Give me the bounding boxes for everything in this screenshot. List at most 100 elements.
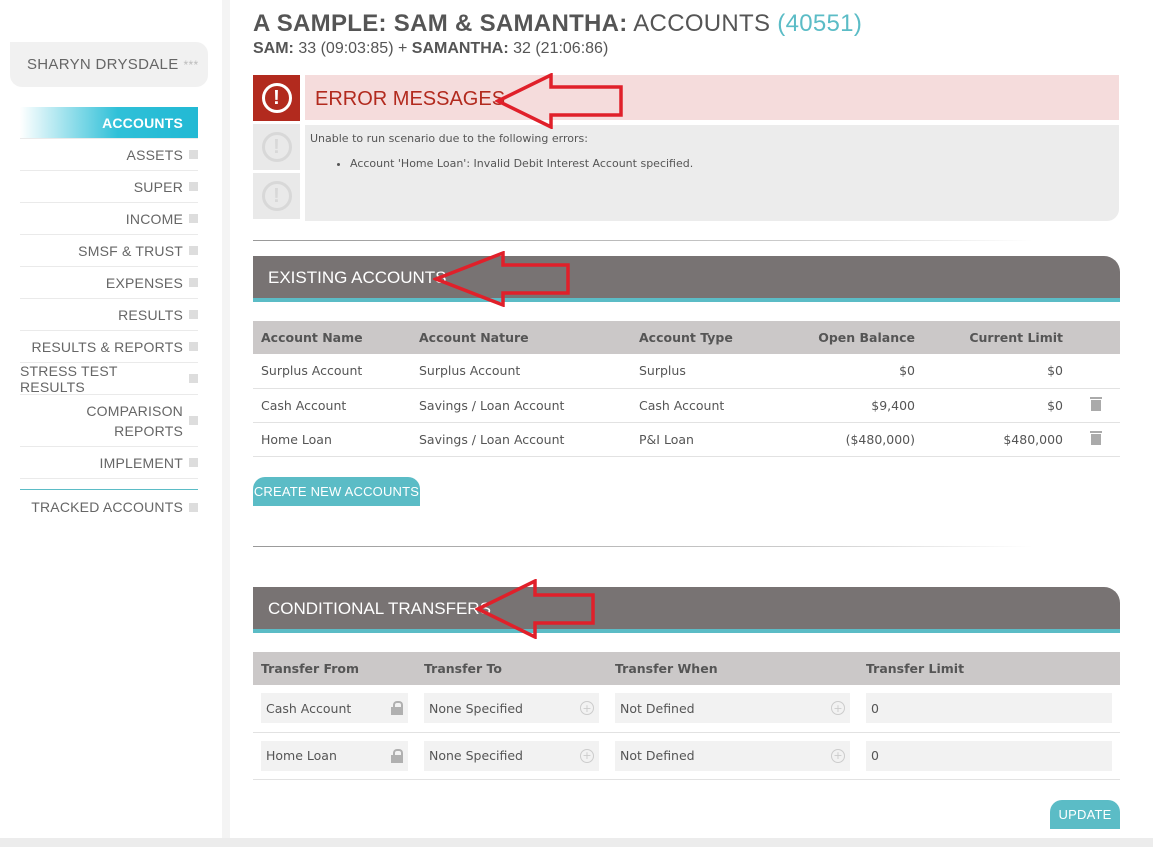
samantha-label: SAMANTHA: [411, 40, 509, 57]
sidebar-item-label: ACCOUNTS [102, 114, 183, 131]
error-messages-title: ERROR MESSAGES [315, 88, 506, 110]
transfer-limit-value: 0 [871, 700, 879, 716]
transfer-when-field[interactable]: Not Defined + [615, 693, 850, 724]
sidebar-item-results[interactable]: RESULTS [20, 299, 198, 331]
account-nature: Savings / Loan Account [411, 422, 631, 457]
transfer-to-value: None Specified [429, 748, 523, 763]
sidebar-item-expenses[interactable]: EXPENSES [20, 267, 198, 299]
transfer-from-field: Cash Account [261, 693, 408, 724]
account-name[interactable]: Surplus Account [253, 354, 411, 389]
trash-icon[interactable] [1089, 430, 1102, 445]
account-nature: Savings / Loan Account [411, 388, 631, 423]
sidebar-item-stress-test-results[interactable]: STRESS TEST RESULTS [20, 363, 198, 395]
square-icon [189, 278, 198, 287]
row-actions [1071, 422, 1120, 457]
sidebar-item-label: SUPER [133, 178, 183, 195]
column-header: Account Nature [411, 321, 631, 354]
user-chip[interactable]: SHARYN DRYSDALE *** [10, 42, 208, 87]
page-title-id: (40551) [777, 10, 863, 37]
sidebar-item-smsf-trust[interactable]: SMSF & TRUST [20, 235, 198, 267]
transfer-from-value: Cash Account [266, 700, 352, 716]
annotation-arrow-icon [495, 73, 623, 129]
sidebar-item-assets[interactable]: ASSETS [20, 139, 198, 171]
sidebar-item-tracked-accounts[interactable]: TRACKED ACCOUNTS [20, 490, 198, 524]
sidebar-item-results-reports[interactable]: RESULTS & REPORTS [20, 331, 198, 363]
sidebar-item-label: EXPENSES [105, 274, 183, 291]
current-limit: $0 [923, 354, 1071, 389]
bottom-bar [0, 838, 1153, 847]
column-header: Transfer Limit [858, 652, 1120, 685]
transfer-to-value: None Specified [429, 700, 523, 716]
current-limit: $480,000 [923, 422, 1071, 457]
table-row[interactable]: Cash Account Savings / Loan Account Cash… [253, 388, 1120, 423]
sidebar-item-label: STRESS TEST RESULTS [20, 362, 118, 395]
transfer-limit-value: 0 [871, 748, 879, 763]
table-row[interactable]: Home Loan Savings / Loan Account P&I Loa… [253, 422, 1120, 457]
client-ages: SAM: 33 (09:03:85) + SAMANTHA: 32 (21:06… [253, 40, 608, 58]
transfer-when-field[interactable]: Not Defined + [615, 740, 850, 771]
column-header: Transfer To [416, 652, 607, 685]
error-intro: Unable to run scenario due to the follow… [310, 132, 588, 145]
sidebar-nav: ACCOUNTS ASSETS SUPER INCOME SMSF & TRUS… [20, 107, 198, 524]
add-circle-icon[interactable]: + [831, 748, 845, 763]
page-title: A SAMPLE: SAM & SAMANTHA: ACCOUNTS (4055… [253, 10, 862, 38]
sidebar-item-label: INCOME [125, 210, 183, 227]
row-actions [1071, 388, 1120, 423]
column-header: Transfer When [607, 652, 858, 685]
column-header: Transfer From [253, 652, 416, 685]
add-circle-icon[interactable]: + [580, 701, 594, 716]
account-name[interactable]: Home Loan [253, 422, 411, 457]
open-balance: $9,400 [771, 388, 923, 423]
square-icon [189, 150, 198, 159]
trash-icon[interactable] [1089, 396, 1102, 411]
account-type: P&I Loan [631, 422, 771, 457]
update-button[interactable]: UPDATE [1050, 800, 1120, 829]
error-messages-header: ERROR MESSAGES [305, 75, 1119, 120]
sidebar-item-accounts[interactable]: ACCOUNTS [20, 107, 198, 139]
error-icon-inactive: ! [253, 124, 300, 170]
square-icon [189, 310, 198, 319]
square-icon [189, 374, 198, 383]
error-icon-active: ! [253, 75, 300, 121]
annotation-arrow-icon [475, 579, 595, 639]
existing-accounts-table: Account Name Account Nature Account Type… [253, 321, 1120, 457]
sidebar-item-income[interactable]: INCOME [20, 203, 198, 235]
open-balance: $0 [771, 354, 923, 389]
transfer-from-value: Home Loan [266, 748, 337, 763]
transfer-from-field: Home Loan [261, 740, 408, 771]
sam-label: SAM: [253, 40, 294, 57]
sidebar-item-comparison-reports[interactable]: COMPARISON REPORTS [20, 395, 198, 447]
user-stars: *** [183, 57, 199, 72]
transfer-to-field[interactable]: None Specified + [424, 740, 599, 771]
sidebar-item-label: IMPLEMENT [99, 454, 183, 471]
square-icon [189, 458, 198, 467]
sidebar-item-super[interactable]: SUPER [20, 171, 198, 203]
transfer-limit-field[interactable]: 0 [866, 740, 1112, 771]
square-icon [189, 214, 198, 223]
transfer-when-value: Not Defined [620, 700, 695, 716]
existing-accounts-header: EXISTING ACCOUNTS [253, 256, 1120, 302]
error-messages-body: Unable to run scenario due to the follow… [305, 125, 1119, 221]
conditional-transfers-table: Transfer From Transfer To Transfer When … [253, 652, 1120, 780]
sidebar-item-label: RESULTS & REPORTS [31, 338, 183, 355]
current-limit: $0 [923, 388, 1071, 423]
exclamation-icon: ! [261, 181, 292, 211]
account-nature: Surplus Account [411, 354, 631, 389]
create-new-accounts-button[interactable]: CREATE NEW ACCOUNTS [253, 477, 420, 506]
table-row: Cash Account None Specified + Not Defined… [253, 685, 1120, 733]
open-balance: ($480,000) [771, 422, 923, 457]
sidebar: SHARYN DRYSDALE *** ACCOUNTS ASSETS SUPE… [0, 0, 222, 838]
sidebar-item-label: COMPARISON REPORTS [86, 402, 183, 439]
section-divider [253, 240, 1033, 241]
page-title-client: A SAMPLE: SAM & SAMANTHA: [253, 10, 628, 37]
transfer-limit-field[interactable]: 0 [866, 693, 1112, 724]
account-name[interactable]: Cash Account [253, 388, 411, 423]
add-circle-icon[interactable]: + [831, 701, 845, 716]
add-circle-icon[interactable]: + [580, 748, 594, 763]
column-header-actions [1071, 321, 1120, 354]
table-row[interactable]: Surplus Account Surplus Account Surplus … [253, 354, 1120, 389]
transfer-to-field[interactable]: None Specified + [424, 693, 599, 724]
exclamation-icon: ! [261, 83, 292, 113]
table-header-row: Transfer From Transfer To Transfer When … [253, 652, 1120, 685]
sidebar-item-implement[interactable]: IMPLEMENT [20, 447, 198, 479]
